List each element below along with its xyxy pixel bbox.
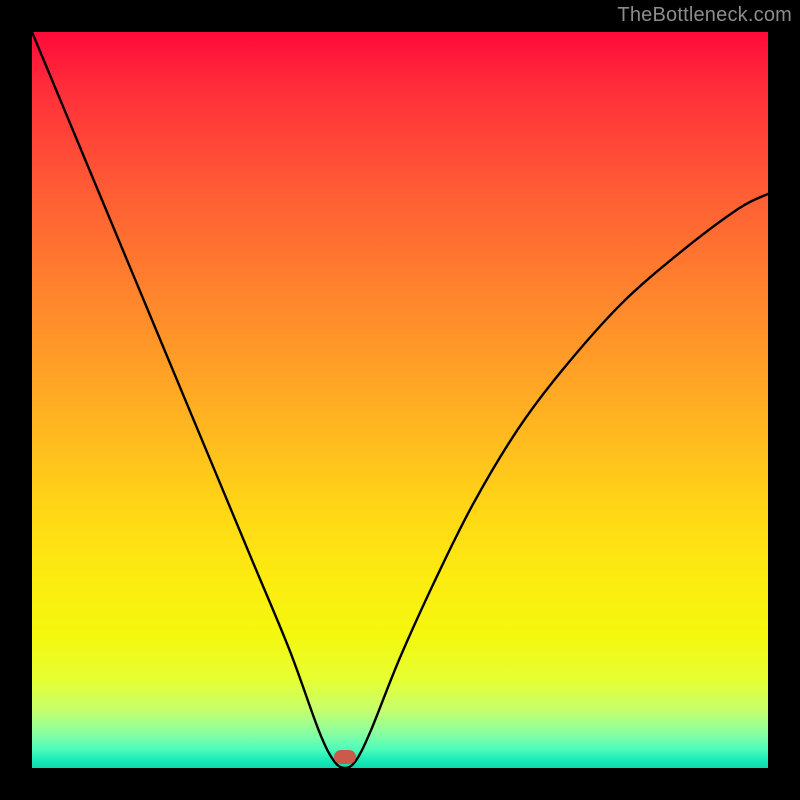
chart-frame: TheBottleneck.com bbox=[0, 0, 800, 800]
curve-path bbox=[32, 32, 768, 768]
watermark-text: TheBottleneck.com bbox=[617, 4, 792, 27]
optimal-point-marker bbox=[334, 750, 356, 764]
bottleneck-curve bbox=[32, 32, 768, 768]
plot-area bbox=[32, 32, 768, 768]
